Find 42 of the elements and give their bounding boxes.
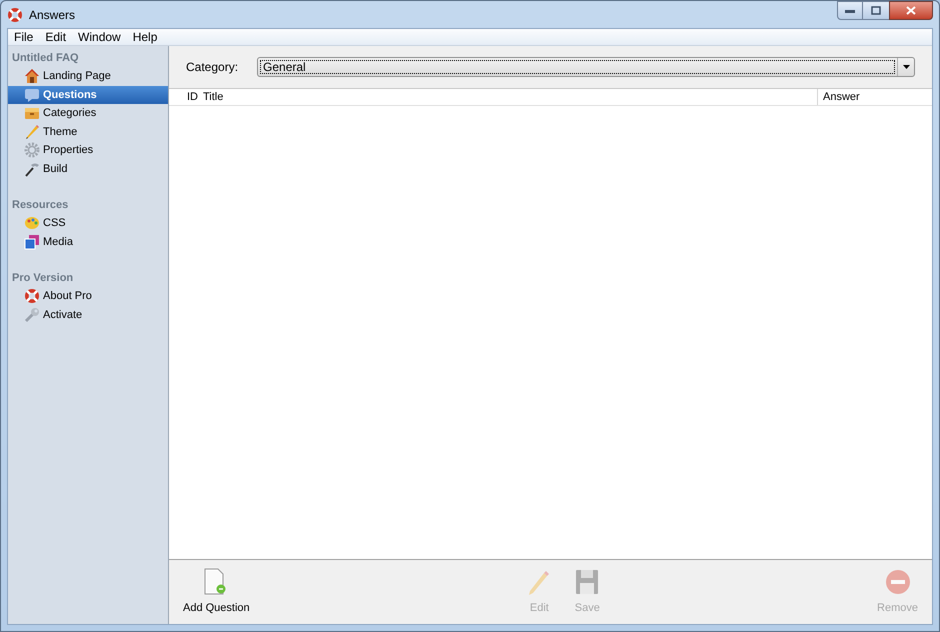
sidebar-heading: Pro Version: [11, 271, 74, 286]
menu-item[interactable]: Edit: [39, 28, 72, 46]
toolbar-button[interactable]: Add Question: [179, 566, 254, 616]
pencil-icon: [24, 124, 40, 140]
sidebar-item[interactable]: Questions: [8, 86, 168, 104]
sidebar-item[interactable]: Properties: [8, 141, 168, 160]
wrench-icon: [24, 306, 40, 323]
sidebar-item[interactable]: Theme: [8, 122, 168, 141]
sidebar-item[interactable]: Media: [8, 232, 168, 251]
menu-item[interactable]: Window: [72, 28, 127, 46]
box-icon: [24, 105, 40, 122]
house-icon: [24, 68, 40, 84]
gear-icon: [24, 142, 40, 158]
menu-item[interactable]: File: [8, 28, 40, 46]
close-icon: [906, 6, 916, 15]
sidebar-item[interactable]: Landing Page: [8, 67, 168, 86]
sidebar-item[interactable]: About Pro: [8, 287, 168, 306]
media-icon: [24, 234, 40, 250]
menu-item[interactable]: Help: [126, 28, 164, 46]
hammer-icon: [24, 160, 40, 177]
maximize-button[interactable]: [863, 1, 889, 20]
sidebar-item[interactable]: CSS: [8, 214, 168, 232]
column-header[interactable]: ID: [169, 89, 203, 105]
maximize-icon: [871, 6, 881, 15]
dropdown-arrow-icon: [902, 65, 910, 69]
sidebar-item[interactable]: Categories: [8, 104, 168, 122]
lifebuoy-icon: [24, 288, 40, 304]
minimize-icon: [845, 8, 855, 12]
category-dropdown[interactable]: General: [257, 57, 915, 77]
window-title: Answers: [29, 6, 76, 24]
sidebar-item[interactable]: Activate: [8, 306, 168, 324]
minimize-button[interactable]: [837, 1, 863, 20]
palette-icon: [24, 215, 40, 232]
column-header[interactable]: Title: [203, 89, 817, 105]
category-label: Category:: [186, 59, 238, 76]
close-button[interactable]: [889, 1, 933, 20]
speech-bubble-icon: [24, 86, 40, 103]
sidebar-heading: Untitled FAQ: [11, 51, 80, 66]
sidebar-heading: Resources: [11, 198, 70, 214]
sidebar-item[interactable]: Build: [8, 160, 168, 178]
lifebuoy-icon: [7, 6, 23, 22]
column-header[interactable]: Answer: [817, 89, 932, 105]
